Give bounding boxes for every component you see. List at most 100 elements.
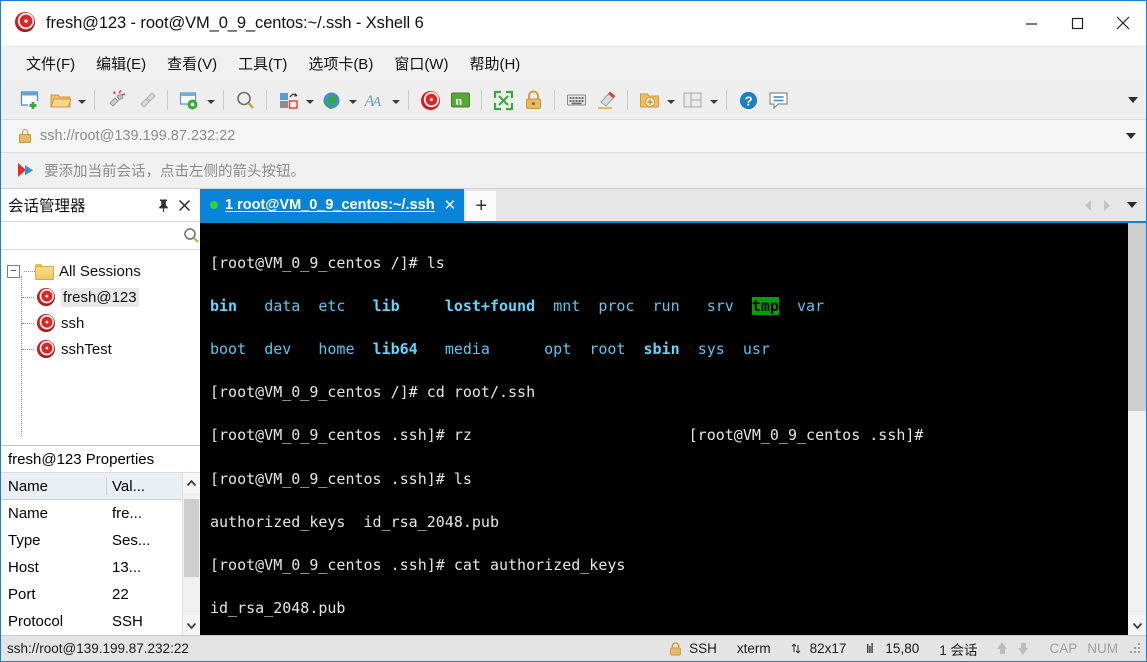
globe-icon[interactable] [316, 85, 346, 115]
tree-node-label: fresh@123 [61, 287, 139, 307]
open-folder-icon[interactable] [45, 85, 75, 115]
svg-text:?: ? [744, 93, 752, 108]
properties-scrollbar[interactable] [182, 473, 200, 635]
highlight-icon[interactable] [591, 85, 621, 115]
scroll-thumb[interactable] [1128, 223, 1146, 411]
close-icon[interactable]: ✕ [444, 196, 457, 214]
add-to-folder-icon[interactable] [634, 85, 664, 115]
add-to-folder-dropdown-icon[interactable] [664, 86, 677, 114]
font-dropdown-icon[interactable] [389, 86, 402, 114]
table-row[interactable]: Host 13... [1, 554, 182, 581]
toolbar-separator [481, 90, 482, 110]
scroll-track[interactable] [183, 493, 200, 615]
new-session-icon[interactable] [15, 85, 45, 115]
close-button[interactable] [1100, 1, 1146, 45]
status-url: ssh://root@139.199.87.232:22 [7, 641, 189, 656]
disconnect-icon[interactable] [101, 85, 131, 115]
terminal-wrapper: [root@VM_0_9_centos /]# ls bin data etc … [200, 223, 1146, 635]
session-properties-dropdown-icon[interactable] [204, 86, 217, 114]
maximize-button[interactable] [1054, 1, 1100, 45]
lock-icon [669, 641, 682, 656]
menu-tools[interactable]: 工具(T) [229, 49, 296, 78]
menu-view[interactable]: 查看(V) [158, 49, 226, 78]
font-icon[interactable]: A A [359, 85, 389, 115]
keyboard-icon[interactable] [561, 85, 591, 115]
position-label: 15,80 [885, 641, 920, 656]
menu-help[interactable]: 帮助(H) [460, 49, 529, 78]
reconnect-icon[interactable] [131, 85, 161, 115]
xftp-icon[interactable]: n [445, 85, 475, 115]
table-row[interactable]: Protocol SSH [1, 608, 182, 635]
terminal-command: cat authorized_keys [453, 555, 626, 574]
window-title: fresh@123 - root@VM_0_9_centos:~/.ssh - … [46, 13, 424, 32]
find-icon[interactable] [230, 85, 260, 115]
tab-root-vm-ssh[interactable]: 1 root@VM_0_9_centos:~/.ssh ✕ [200, 189, 465, 221]
scroll-track[interactable] [1128, 223, 1146, 615]
size-label: 82x17 [809, 641, 847, 656]
arrow-up-icon [997, 642, 1008, 655]
toolbar-overflow-icon[interactable] [1128, 97, 1138, 103]
terminal-command: ls [453, 469, 472, 488]
terminal-scrollbar[interactable] [1128, 223, 1146, 635]
toolbar-separator [627, 90, 628, 110]
file-transfer-dropdown-icon[interactable] [303, 86, 316, 114]
toolbar-separator [266, 90, 267, 110]
new-tab-button[interactable]: + [466, 191, 497, 221]
lock-icon[interactable] [518, 85, 548, 115]
scroll-down-icon[interactable] [1128, 615, 1146, 635]
menu-window[interactable]: 窗口(W) [385, 49, 457, 78]
tree-node-label: ssh [61, 314, 85, 332]
menu-edit[interactable]: 编辑(E) [87, 49, 155, 78]
scroll-up-icon[interactable] [183, 473, 200, 493]
terminal-output[interactable]: [root@VM_0_9_centos /]# ls bin data etc … [204, 223, 1128, 635]
pin-icon[interactable] [154, 196, 173, 215]
menu-file[interactable]: 文件(F) [17, 49, 84, 78]
scroll-down-icon[interactable] [183, 615, 200, 635]
xshell-icon[interactable] [415, 85, 445, 115]
tab-next-icon[interactable] [1100, 197, 1114, 213]
globe-dropdown-icon[interactable] [346, 86, 359, 114]
session-search-bar[interactable] [1, 222, 200, 250]
layout-dropdown-icon[interactable] [707, 86, 720, 114]
open-folder-dropdown-icon[interactable] [75, 86, 88, 114]
session-tree: − All Sessions fresh@123 ssh sshTest [1, 250, 200, 445]
fullscreen-icon[interactable] [488, 85, 518, 115]
status-protocol: SSH [659, 636, 727, 662]
scroll-thumb[interactable] [184, 499, 199, 577]
expander-icon[interactable]: − [7, 264, 20, 278]
close-icon[interactable] [175, 196, 194, 215]
status-size: 82x17 [781, 636, 857, 662]
xshell-session-icon [37, 340, 55, 358]
session-search-input[interactable] [7, 228, 183, 243]
session-properties-icon[interactable] [174, 85, 204, 115]
terminal-ls-row2: boot dev home lib64 media opt root sbin … [210, 339, 770, 358]
tree-node-fresh123[interactable]: fresh@123 [1, 284, 200, 310]
tree-node-all-sessions[interactable]: − All Sessions [1, 258, 200, 284]
xshell-session-icon [37, 314, 55, 332]
feedback-icon[interactable] [763, 85, 793, 115]
tree-node-ssh[interactable]: ssh [1, 310, 200, 336]
address-url: ssh://root@139.199.87.232:22 [40, 128, 236, 144]
terminal-area: 1 root@VM_0_9_centos:~/.ssh ✕ + [root@VM… [200, 189, 1146, 635]
table-row[interactable]: Type Ses... [1, 527, 182, 554]
layout-icon[interactable] [677, 85, 707, 115]
session-manager-panel: 会话管理器 − All Sessions fresh@123 ssh sshTe… [1, 189, 200, 635]
title-bar: fresh@123 - root@VM_0_9_centos:~/.ssh - … [1, 1, 1146, 45]
resize-grip-icon[interactable] [1130, 642, 1142, 655]
tab-dropdown-icon[interactable] [1127, 202, 1137, 208]
address-dropdown-icon[interactable] [1126, 133, 1136, 139]
address-bar[interactable]: ssh://root@139.199.87.232:22 [1, 120, 1146, 153]
terminal-prompt: [root@VM_0_9_centos .ssh]# [210, 555, 454, 574]
minimize-button[interactable] [1008, 1, 1054, 45]
menu-tabs[interactable]: 选项卡(B) [299, 49, 382, 78]
tree-node-sshtest[interactable]: sshTest [1, 336, 200, 362]
tab-prev-icon[interactable] [1081, 197, 1095, 213]
table-row[interactable]: Name fre... [1, 500, 182, 527]
tab-navigation [1081, 189, 1146, 221]
table-row[interactable]: Port 22 [1, 581, 182, 608]
search-icon[interactable] [183, 227, 200, 244]
file-transfer-icon[interactable] [273, 85, 303, 115]
toolbar-separator [167, 90, 168, 110]
help-icon[interactable]: ? [733, 85, 763, 115]
toolbar-separator [726, 90, 727, 110]
